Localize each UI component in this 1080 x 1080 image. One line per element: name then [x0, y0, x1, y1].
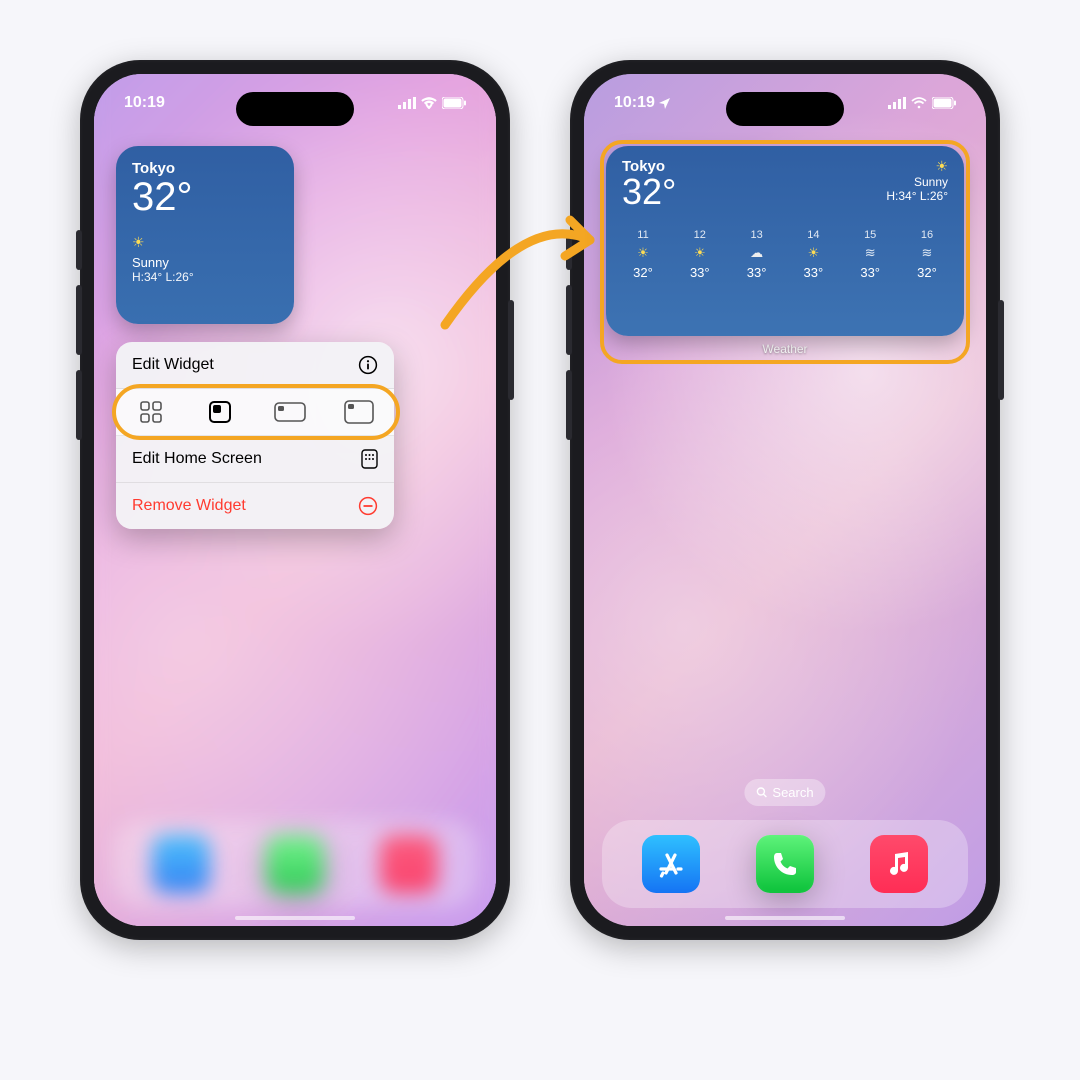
remove-icon [358, 496, 378, 516]
forecast-hour: 15≋33° [849, 229, 891, 280]
status-time: 10:19 [124, 94, 165, 112]
phone-left: 10:19 Tokyo 32° ☀︎ Sunny H:34° L:26° Edi… [80, 60, 510, 940]
forecast-hour: 16≋32° [906, 229, 948, 280]
size-large-icon[interactable] [342, 399, 376, 425]
battery-icon [932, 97, 956, 109]
search-pill[interactable]: Search [744, 779, 825, 806]
forecast-hour: 12☀︎33° [679, 229, 721, 280]
dynamic-island [726, 92, 844, 126]
widget-label: Weather [584, 342, 986, 356]
weather-condition: Sunny [886, 175, 948, 189]
size-small-icon[interactable] [203, 399, 237, 425]
forecast-hour: 13☁︎33° [736, 229, 778, 280]
home-indicator[interactable] [235, 916, 355, 920]
app-appstore[interactable] [152, 835, 210, 893]
forecast-hour: 14☀︎33° [792, 229, 834, 280]
weather-temp: 32° [622, 171, 676, 213]
transition-arrow [430, 200, 620, 340]
menu-edit-widget[interactable]: Edit Widget [116, 342, 394, 389]
wifi-icon [421, 97, 437, 109]
app-phone[interactable] [266, 835, 324, 893]
cellular-icon [398, 97, 416, 109]
weather-temp: 32° [132, 175, 278, 220]
wifi-icon [911, 97, 927, 109]
sun-icon: ☀︎ [886, 158, 948, 175]
apps-icon [361, 449, 378, 469]
forecast-hour: 11☀︎32° [622, 229, 664, 280]
weather-widget-small[interactable]: Tokyo 32° ☀︎ Sunny H:34° L:26° [116, 146, 294, 324]
app-phone[interactable] [756, 835, 814, 893]
location-icon [659, 98, 670, 109]
weather-hilo: H:34° L:26° [132, 270, 278, 284]
menu-remove-widget[interactable]: Remove Widget [116, 483, 394, 529]
phone-right: 10:19 Tokyo 32° ☀︎ Sunny H:34° L:26° [570, 60, 1000, 940]
weather-widget-medium[interactable]: Tokyo 32° ☀︎ Sunny H:34° L:26° 11☀︎32°12… [606, 146, 964, 336]
widget-context-menu: Edit Widget Edit Home Screen [116, 342, 394, 529]
status-time: 10:19 [614, 94, 655, 112]
dock [602, 820, 968, 908]
sun-icon: ☀︎ [132, 234, 278, 251]
menu-edit-home-screen[interactable]: Edit Home Screen [116, 436, 394, 483]
app-appstore[interactable] [642, 835, 700, 893]
app-music[interactable] [380, 835, 438, 893]
weather-hilo: H:34° L:26° [886, 189, 948, 203]
cellular-icon [888, 97, 906, 109]
search-icon [756, 787, 767, 798]
home-indicator[interactable] [725, 916, 845, 920]
battery-icon [442, 97, 466, 109]
dynamic-island [236, 92, 354, 126]
hourly-forecast: 11☀︎32° 12☀︎33° 13☁︎33° 14☀︎33° 15≋33° 16≋32° [622, 229, 948, 280]
app-music[interactable] [870, 835, 928, 893]
widget-size-row [116, 389, 394, 436]
weather-condition: Sunny [132, 255, 278, 270]
dock [112, 820, 478, 908]
size-medium-icon[interactable] [273, 399, 307, 425]
info-icon [358, 355, 378, 375]
size-icon-grid-icon[interactable] [134, 399, 168, 425]
